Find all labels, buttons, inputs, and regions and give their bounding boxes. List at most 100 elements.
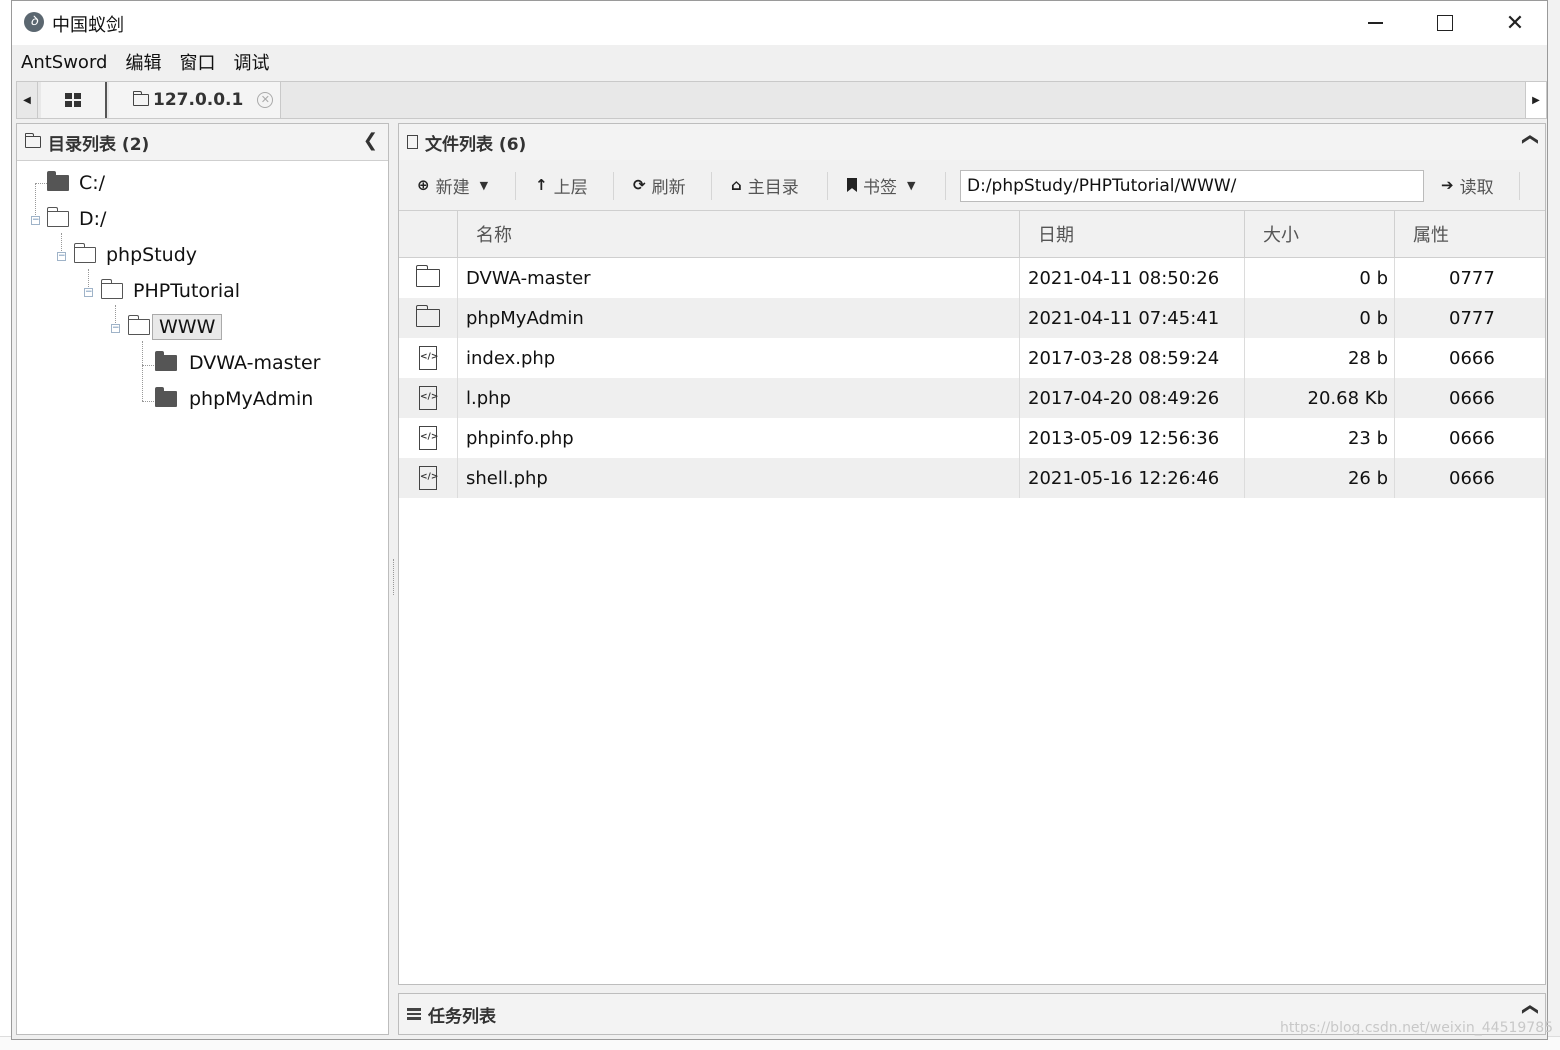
directory-panel-header: 目录列表 (2) ❮ [17, 124, 388, 161]
file-icon [407, 135, 418, 149]
file-date: 2021-04-11 08:50:26 [1019, 258, 1244, 298]
code-file-icon: </> [419, 346, 438, 370]
folder-icon [100, 279, 123, 299]
tree-node-label: C:/ [79, 172, 106, 194]
collapse-toggle-icon[interactable]: − [31, 216, 40, 225]
refresh-label: 刷新 [651, 177, 686, 198]
tree-node-d[interactable]: D:/ [46, 203, 107, 235]
minimize-button[interactable] [1340, 1, 1410, 45]
table-row[interactable]: </> phpinfo.php 2013-05-09 12:56:36 23 b… [399, 418, 1545, 458]
tab-bar: ◀ 127.0.0.1 ✕ ▶ [16, 81, 1547, 119]
collapse-left-icon[interactable]: ❮ [363, 130, 378, 151]
column-header-date[interactable]: 日期 [1019, 211, 1244, 257]
tree-node-c[interactable]: C:/ [47, 167, 105, 199]
table-row[interactable]: </> index.php 2017-03-28 08:59:24 28 b 0… [399, 338, 1545, 378]
menu-edit[interactable]: 编辑 [116, 49, 170, 75]
panel-splitter[interactable] [391, 123, 397, 1035]
file-date: 2017-04-20 08:49:26 [1019, 378, 1244, 418]
tree-node-label: D:/ [79, 208, 107, 230]
tree-node-label: WWW [152, 314, 223, 340]
window-title: 中国蚁剑 [52, 15, 124, 36]
tree-node-phpstudy[interactable]: phpStudy [73, 239, 198, 271]
read-button[interactable]: ➔ 读取 [1441, 160, 1494, 210]
file-attr: 0666 [1394, 418, 1545, 458]
tree-node-phpmyadmin[interactable]: phpMyAdmin [155, 383, 313, 415]
tree-node-phptutorial[interactable]: PHPTutorial [100, 275, 240, 307]
folder-icon [73, 243, 96, 263]
home-dir-label: 主目录 [747, 177, 799, 198]
tree-node-label: phpStudy [106, 244, 198, 266]
file-list-panel: 文件列表 (6) ❯ ⊕ 新建 ▼ ↑ 上层 ⟳ 刷新 ⌂ 主目录 书签 ▼ D… [398, 123, 1546, 985]
table-row[interactable]: phpMyAdmin 2021-04-11 07:45:41 0 b 0777 [399, 298, 1545, 338]
menu-debug[interactable]: 调试 [224, 49, 278, 75]
folder-icon [24, 133, 41, 148]
file-date: 2021-04-11 07:45:41 [1019, 298, 1244, 338]
folder-icon [46, 207, 69, 227]
home-dir-button[interactable]: ⌂ 主目录 [731, 160, 799, 210]
folder-icon [155, 351, 177, 371]
tasks-icon [407, 1008, 421, 1020]
new-button[interactable]: ⊕ 新建 ▼ [417, 160, 488, 210]
folder-icon [132, 91, 149, 106]
plus-circle-icon: ⊕ [417, 176, 430, 194]
watermark-text: https://blog.csdn.net/weixin_44519785 [1280, 1020, 1554, 1036]
task-list-panel-title: 任务列表 [428, 1006, 496, 1027]
refresh-button[interactable]: ⟳ 刷新 [633, 160, 686, 210]
chevron-down-icon: ▼ [479, 178, 489, 192]
tab-scroll-right-button[interactable]: ▶ [1525, 82, 1546, 118]
file-attr: 0777 [1394, 258, 1545, 298]
up-level-button[interactable]: ↑ 上层 [535, 160, 588, 210]
file-size: 26 b [1244, 458, 1394, 498]
tab-host[interactable]: 127.0.0.1 ✕ [109, 82, 281, 118]
path-input[interactable] [960, 170, 1424, 202]
column-header-attr[interactable]: 属性 [1394, 211, 1545, 257]
table-row[interactable]: DVWA-master 2021-04-11 08:50:26 0 b 0777 [399, 258, 1545, 298]
file-date: 2013-05-09 12:56:36 [1019, 418, 1244, 458]
file-name: phpinfo.php [457, 418, 1019, 458]
menu-window[interactable]: 窗口 [170, 49, 224, 75]
file-list-panel-header: 文件列表 (6) ❯ [399, 124, 1545, 161]
file-date: 2021-05-16 12:26:46 [1019, 458, 1244, 498]
tree-node-dvwa-master[interactable]: DVWA-master [155, 347, 320, 379]
collapse-toggle-icon[interactable]: − [57, 252, 66, 261]
tree-node-www[interactable]: WWW [127, 311, 223, 343]
column-header-size[interactable]: 大小 [1244, 211, 1394, 257]
read-label: 读取 [1459, 177, 1494, 198]
tree-node-label: DVWA-master [189, 352, 321, 374]
file-size: 23 b [1244, 418, 1394, 458]
menu-bar: AntSword 编辑 窗口 调试 [12, 45, 1547, 79]
directory-panel-title: 目录列表 (2) [48, 134, 150, 155]
file-attr: 0666 [1394, 378, 1545, 418]
code-file-icon: </> [419, 426, 438, 450]
collapse-toggle-icon[interactable]: − [84, 288, 93, 297]
collapse-up-icon[interactable]: ❯ [1519, 1003, 1538, 1016]
close-icon: ✕ [1505, 10, 1525, 36]
arrow-up-icon: ↑ [535, 176, 548, 194]
file-size: 0 b [1244, 298, 1394, 338]
tree-node-label: phpMyAdmin [189, 388, 314, 410]
tab-scroll-left-button[interactable]: ◀ [17, 82, 38, 118]
tab-close-icon[interactable]: ✕ [257, 92, 274, 108]
file-name: shell.php [457, 458, 1019, 498]
bookmark-button[interactable]: 书签 ▼ [847, 160, 915, 210]
table-row[interactable]: </> shell.php 2021-05-16 12:26:46 26 b 0… [399, 458, 1545, 498]
file-size: 20.68 Kb [1244, 378, 1394, 418]
maximize-icon [1437, 15, 1453, 31]
file-toolbar: ⊕ 新建 ▼ ↑ 上层 ⟳ 刷新 ⌂ 主目录 书签 ▼ D:/phpStudy/… [399, 160, 1545, 211]
bookmark-label: 书签 [863, 177, 897, 198]
table-row[interactable]: </> l.php 2017-04-20 08:49:26 20.68 Kb 0… [399, 378, 1545, 418]
column-header-icon [399, 211, 457, 257]
folder-icon [127, 315, 150, 335]
maximize-button[interactable] [1410, 1, 1480, 45]
collapse-up-icon[interactable]: ❯ [1519, 133, 1538, 146]
directory-panel: 目录列表 (2) ❮ − − − − C:/ D:/ phpStudy PHPT… [16, 123, 389, 1035]
file-name: index.php [457, 338, 1019, 378]
file-grid-body: DVWA-master 2021-04-11 08:50:26 0 b 0777… [399, 258, 1545, 498]
collapse-toggle-icon[interactable]: − [111, 324, 120, 333]
menu-antsword[interactable]: AntSword [12, 52, 116, 73]
column-header-name[interactable]: 名称 [457, 211, 1019, 257]
tab-home-grid[interactable] [41, 82, 107, 118]
close-button[interactable]: ✕ [1480, 1, 1550, 45]
chevron-down-icon: ▼ [907, 178, 916, 192]
grid-icon [65, 93, 81, 107]
